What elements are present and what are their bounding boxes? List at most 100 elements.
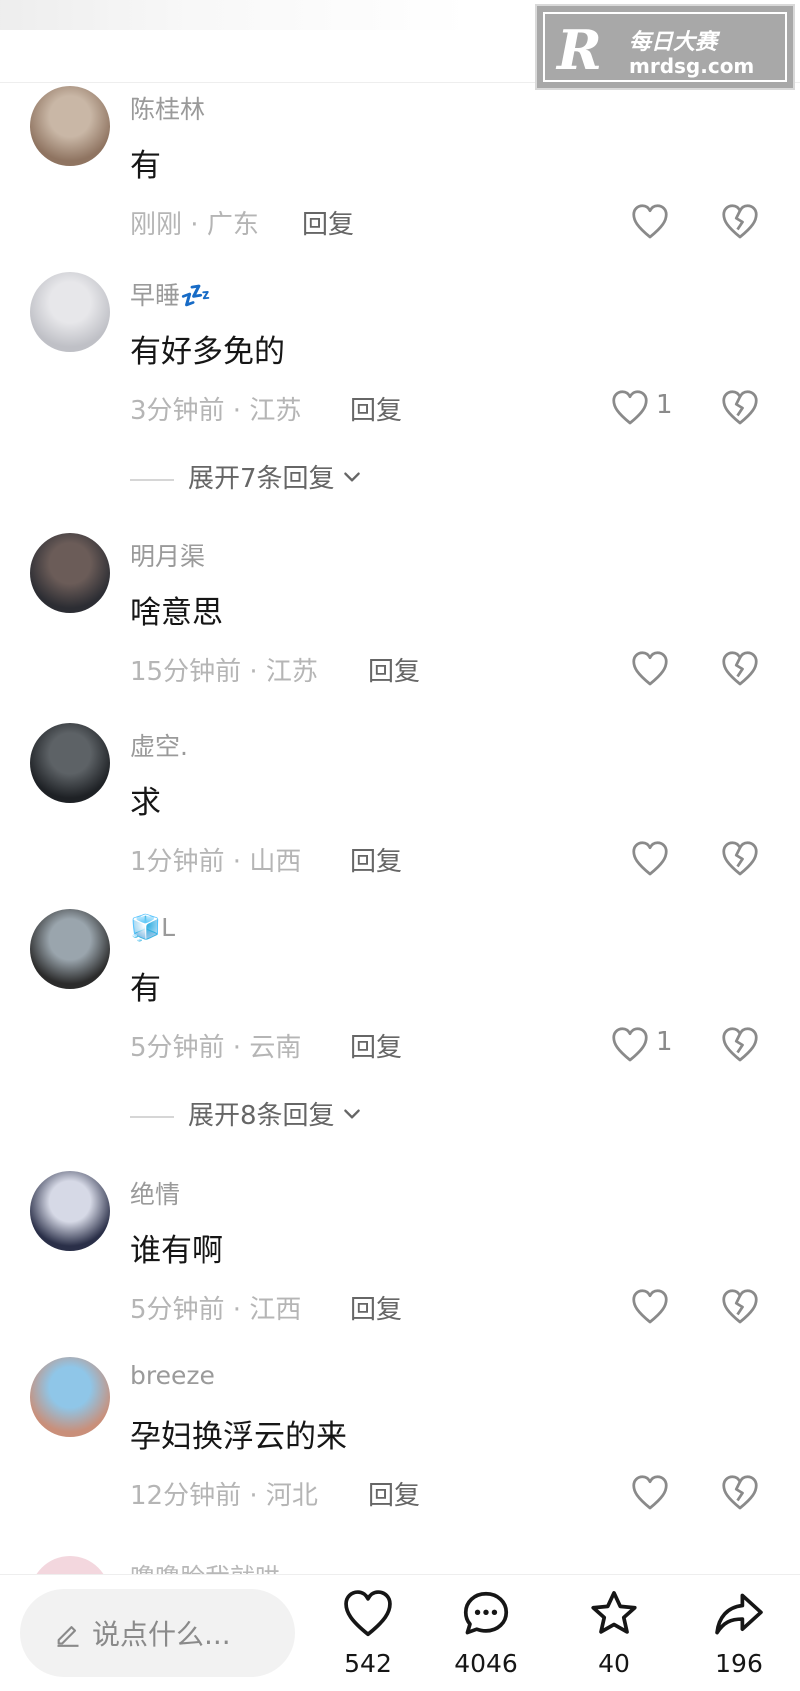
meta-separator: · [224,1033,250,1063]
comment-dislike-button[interactable] [720,839,760,879]
comment-dislike-button[interactable] [720,202,760,242]
comment-like-button[interactable] [630,1287,670,1327]
comment-meta: 3分钟前 · 江苏 [130,390,301,427]
expand-replies-button[interactable]: 展开7条回复 [130,458,363,495]
favorite-count: 40 [598,1649,630,1678]
broken-heart-icon [722,1027,758,1062]
pen-icon [57,1626,79,1647]
comment-dislike-button[interactable] [720,388,760,428]
expand-replies-label: 展开7条回复 [188,464,335,494]
comment-dislike-button[interactable] [720,1025,760,1065]
reply-button[interactable]: 回复 [302,204,354,241]
comment-username[interactable]: 陈桂林 [130,90,205,126]
comment-input-placeholder: 说点什么... [92,1618,231,1651]
comment-text: 啥意思 [130,595,223,631]
avatar[interactable] [30,723,110,803]
comment-time: 刚刚 [130,210,183,240]
comment-dislike-button[interactable] [720,1473,760,1513]
expand-replies-button[interactable]: 展开8条回复 [130,1095,363,1132]
meta-separator: · [224,396,250,426]
avatar[interactable] [30,86,110,166]
meta-separator: · [224,1295,250,1325]
comment-item: 陈桂林有刚刚 · 广东 回复 [0,86,800,256]
heart-outline-icon [632,1289,668,1324]
chevron-down-icon [341,1102,363,1132]
comment-count: 4046 [454,1649,518,1678]
comment-text: 求 [130,785,161,821]
broken-heart-icon [722,1289,758,1324]
comment-like-count: 1 [656,1027,673,1057]
avatar[interactable] [30,1357,110,1437]
comment-time: 5分钟前 [130,1295,225,1325]
comment-location: 江苏 [265,657,318,687]
like-count: 542 [344,1649,392,1678]
reply-button[interactable]: 回复 [350,390,402,427]
reply-button[interactable]: 回复 [350,841,402,878]
comment-like-button[interactable] [630,1473,670,1513]
heart-outline-icon [632,204,668,239]
expand-replies-label: 展开8条回复 [188,1101,335,1131]
avatar[interactable] [30,1171,110,1251]
like-button[interactable]: 542 [313,1587,423,1687]
comment-location: 江西 [249,1295,302,1325]
avatar[interactable] [30,533,110,613]
comment-like-button[interactable] [610,1025,650,1065]
watermark-logo-mark: R [557,18,602,82]
comment-location: 山西 [249,847,302,877]
comment-like-count: 1 [656,390,673,420]
comments-button[interactable]: 4046 [431,1587,541,1687]
reply-button[interactable]: 回复 [350,1289,402,1326]
comment-username[interactable]: breeze [130,1361,215,1390]
comment-time: 1分钟前 [130,847,225,877]
heart-outline-icon [632,1475,668,1510]
comment-username[interactable]: 绝情 [130,1175,180,1211]
comment-dislike-button[interactable] [720,1287,760,1327]
comment-username[interactable]: 虚空. [130,727,188,763]
comment-username[interactable]: 早睡💤 [130,276,211,312]
meta-separator: · [182,210,207,240]
comment-item: 虚空. 求 1分钟前 · 山西 回复 [0,723,800,893]
reply-button[interactable]: 回复 [368,651,420,688]
comment-location: 江苏 [249,396,302,426]
comment-location: 广东 [206,210,259,240]
broken-heart-icon [722,841,758,876]
comment-like-button[interactable] [630,202,670,242]
comment-meta: 5分钟前 · 云南 [130,1027,301,1064]
bottom-action-bar: 说点什么... 542 4046 40 196 [0,1574,800,1691]
comment-text: 有好多免的 [130,334,285,370]
heart-outline-icon [632,841,668,876]
comment-input[interactable]: 说点什么... [20,1589,295,1677]
comment-location: 河北 [265,1481,318,1511]
chevron-down-icon [341,465,363,495]
comment-like-button[interactable] [630,649,670,689]
avatar[interactable] [30,272,110,352]
broken-heart-icon [722,390,758,425]
watermark-url: mrdsg.com [629,54,755,78]
share-button[interactable]: 196 [684,1587,794,1687]
reply-button[interactable]: 回复 [368,1475,420,1512]
broken-heart-icon [722,651,758,686]
comment-dislike-button[interactable] [720,649,760,689]
heart-outline-icon [612,390,648,425]
reply-button[interactable]: 回复 [350,1027,402,1064]
heart-icon [344,1590,392,1637]
comment-time: 3分钟前 [130,396,225,426]
watermark-logo: R 每日大赛 mrdsg.com [535,4,795,90]
avatar[interactable] [30,1556,110,1576]
comment-like-button[interactable] [610,388,650,428]
comment-meta: 5分钟前 · 江西 [130,1289,301,1326]
comment-username[interactable]: 明月渠 [130,537,205,573]
comment-like-button[interactable] [630,839,670,879]
comment-text: 有 [130,971,161,1007]
watermark-title: 每日大赛 [629,30,718,55]
comment-username[interactable]: 🧊L [130,913,175,943]
avatar[interactable] [30,909,110,989]
broken-heart-icon [722,1475,758,1510]
favorite-button[interactable]: 40 [559,1587,669,1687]
comment-item: 明月渠 啥意思 15分钟前 · 江苏 回复 [0,533,800,703]
star-icon [591,1591,637,1634]
cropped-header [0,0,470,30]
share-arrow-icon [715,1593,763,1635]
comment-item: breeze 孕妇换浮云的来 12分钟前 · 河北 回复 [0,1357,800,1527]
expand-divider [130,478,174,481]
